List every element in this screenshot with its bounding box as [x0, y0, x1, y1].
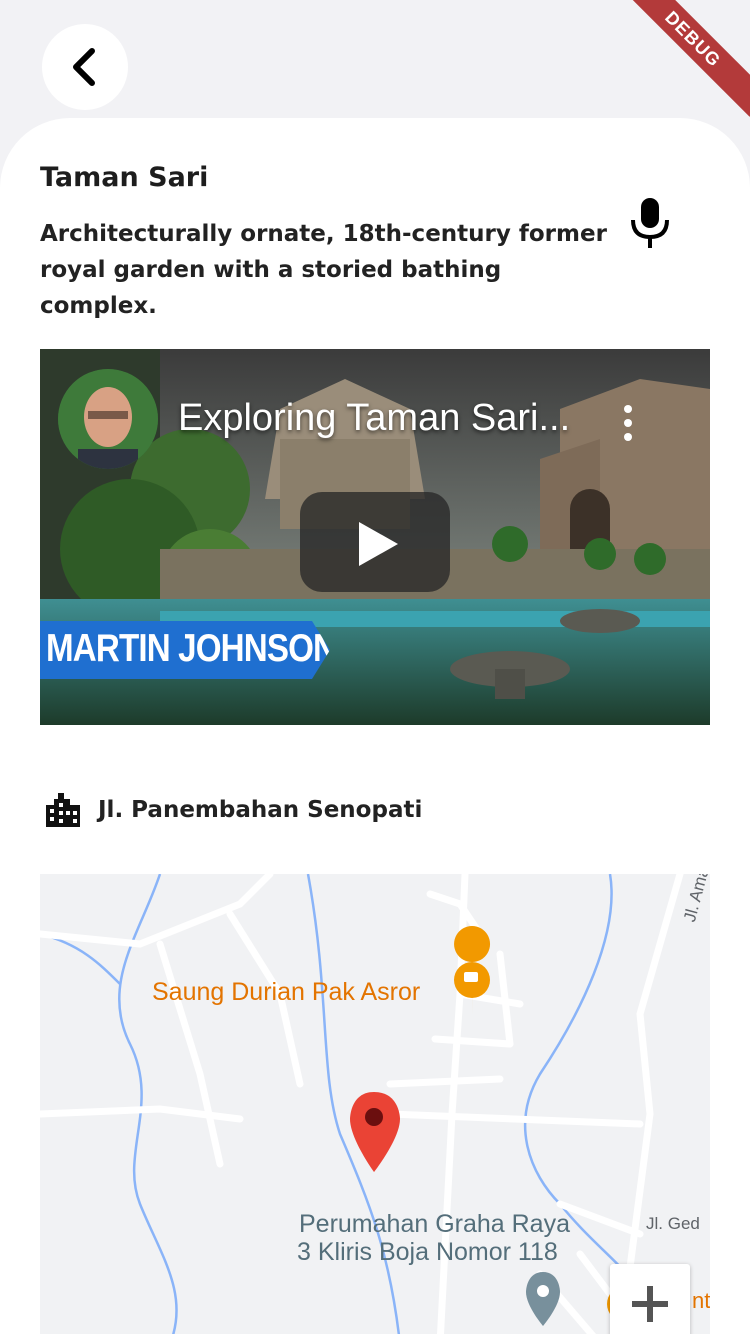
- building-icon: [46, 793, 80, 827]
- play-button[interactable]: [300, 492, 450, 592]
- zoom-in-button[interactable]: [610, 1264, 690, 1334]
- person-photo: [58, 369, 158, 469]
- address-text: Jl. Panembahan Senopati: [98, 797, 423, 823]
- map-label-housing-line1: Perumahan Graha Raya: [299, 1210, 570, 1238]
- map-label-housing-line2: 3 Kliris Boja Nomor 118: [297, 1238, 558, 1266]
- map-view[interactable]: Saung Durian Pak Asror Jl. Amarta Peruma…: [40, 874, 710, 1334]
- map-label-road-ged: Jl. Ged: [646, 1214, 700, 1233]
- play-icon: [359, 522, 398, 566]
- address-row: Jl. Panembahan Senopati: [44, 790, 422, 830]
- location-pin: [350, 1092, 400, 1172]
- detail-sheet: Taman Sari Architecturally ornate, 18th-…: [0, 118, 750, 1334]
- video-title: Exploring Taman Sari...: [178, 397, 571, 439]
- debug-banner: DEBUG: [615, 0, 750, 117]
- back-button[interactable]: [42, 24, 128, 110]
- microphone-icon: [631, 198, 669, 248]
- plus-icon: [632, 1286, 668, 1322]
- more-vert-icon[interactable]: [623, 403, 633, 443]
- chevron-left-icon: [73, 48, 95, 86]
- channel-name-text: MARTIN JOHNSON: [46, 627, 337, 670]
- map-label-partial: nti: [692, 1288, 710, 1313]
- channel-avatar[interactable]: [58, 369, 158, 469]
- video-player[interactable]: Exploring Taman Sari... MARTIN JOHNSON: [40, 349, 710, 725]
- gray-pin: [526, 1272, 560, 1326]
- map-label-cafe: Saung Durian Pak Asror: [152, 978, 421, 1006]
- place-description: Architecturally ornate, 18th-century for…: [40, 221, 607, 319]
- channel-name-tag: MARTIN JOHNSON: [40, 621, 330, 679]
- mic-button[interactable]: [628, 196, 672, 250]
- place-title: Taman Sari: [40, 162, 209, 193]
